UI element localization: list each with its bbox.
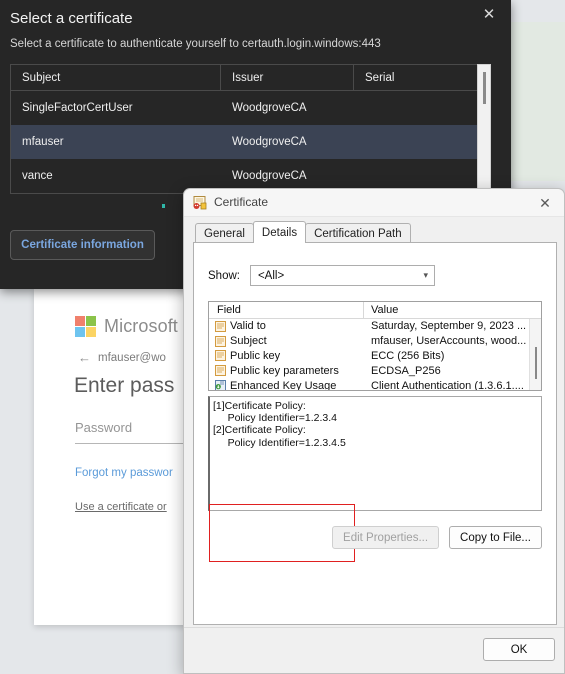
column-header-issuer[interactable]: Issuer [221,65,354,91]
cell-issuer: WoodgroveCA [232,102,307,114]
detail-action-buttons: Edit Properties... Copy to File... [194,526,542,549]
account-email: mfauser@wo [98,351,166,364]
use-certificate-link[interactable]: Use a certificate or [75,501,167,513]
tabstrip: General Details Certification Path [193,221,557,243]
field-name: Valid to [230,320,266,333]
cell-subject: mfauser [22,136,64,148]
show-select[interactable]: <All> ▾ [249,265,435,286]
select-certificate-title: Select a certificate [10,10,133,27]
field-detail-panel[interactable]: [1]Certificate Policy: Policy Identifier… [208,396,542,511]
column-header-field[interactable]: Field [209,302,364,319]
edit-properties-button[interactable]: Edit Properties... [332,526,440,549]
field-list-scrollbar[interactable] [529,319,541,390]
field-list-header: Field Value [209,302,541,319]
certificate-dialog-body: General Details Certification Path Show:… [193,221,557,626]
certificate-list: Subject Issuer Serial SingleFactorCertUs… [10,64,490,194]
certificate-information-button[interactable]: Certificate information [10,230,155,260]
certificate-list-header: Subject Issuer Serial [11,65,490,91]
forgot-password-link[interactable]: Forgot my passwor [75,467,173,479]
tab-general[interactable]: General [195,223,254,243]
microsoft-squares-icon [75,316,96,337]
field-value: ECC (256 Bits) [371,349,445,362]
microsoft-logo: Microsoft [75,316,178,337]
account-back-row[interactable]: ← mfauser@wo [78,351,166,364]
tab-certification-path[interactable]: Certification Path [305,223,411,243]
field-basic-icon [215,335,226,347]
cell-issuer: WoodgroveCA [232,170,307,182]
field-row[interactable]: Subject mfauser, UserAccounts, wood... [209,334,541,349]
field-value: Saturday, September 9, 2023 ... [371,320,527,333]
ok-button[interactable]: OK [483,638,555,661]
field-value: ECDSA_P256 [371,364,441,377]
show-select-value: <All> [257,269,285,282]
field-name: Subject [230,335,267,348]
column-header-subject[interactable]: Subject [11,65,221,91]
close-icon[interactable]: ✕ [532,192,558,214]
field-row[interactable]: Valid to Saturday, September 9, 2023 ... [209,319,541,334]
certificate-list-scrollbar[interactable] [477,64,491,194]
details-tab-panel: Show: <All> ▾ Field Value Valid to Satur… [193,242,557,625]
close-icon[interactable]: ✕ [478,3,500,25]
copy-to-file-button[interactable]: Copy to File... [449,526,542,549]
field-name: Enhanced Key Usage [230,379,337,391]
back-arrow-icon[interactable]: ← [78,351,91,364]
table-row[interactable]: SingleFactorCertUser WoodgroveCA [11,91,490,125]
certificate-field-list: Field Value Valid to Saturday, September… [208,301,542,391]
certificate-dialog: Certificate ✕ General Details Certificat… [183,188,565,674]
field-row[interactable]: Enhanced Key Usage Client Authentication… [209,378,541,391]
show-filter-row: Show: <All> ▾ [208,265,435,286]
column-header-value[interactable]: Value [364,304,398,316]
enter-password-heading: Enter pass [74,374,175,397]
cell-subject: SingleFactorCertUser [22,102,133,114]
field-detail-text: [1]Certificate Policy: Policy Identifier… [213,400,346,449]
cell-subject: vance [22,170,53,182]
show-label: Show: [208,269,240,282]
field-basic-icon [215,350,226,362]
field-row[interactable]: Public key parameters ECDSA_P256 [209,363,541,378]
chevron-down-icon[interactable]: ▾ [423,270,428,281]
selection-marker-icon [162,204,165,208]
field-basic-icon [215,365,226,377]
field-extension-icon [215,380,226,390]
certificate-icon [193,196,207,210]
field-value: mfauser, UserAccounts, wood... [371,335,527,348]
certificate-dialog-titlebar: Certificate ✕ [184,189,564,217]
field-basic-icon [215,320,226,332]
tab-details[interactable]: Details [252,221,307,243]
certificate-dialog-title: Certificate [214,195,269,209]
field-row[interactable]: Public key ECC (256 Bits) [209,349,541,364]
cell-issuer: WoodgroveCA [232,136,307,148]
field-value: Client Authentication (1.3.6.1.... [371,379,524,391]
field-name: Public key [230,349,281,362]
scrollbar-thumb[interactable] [535,347,537,379]
column-header-serial[interactable]: Serial [354,65,490,91]
scrollbar-thumb[interactable] [483,72,486,104]
screen-root: Microsoft ← mfauser@wo Enter pass Passwo… [0,0,565,674]
microsoft-wordmark: Microsoft [104,316,178,336]
certificate-dialog-footer: OK [184,627,564,673]
select-certificate-subtitle: Select a certificate to authenticate you… [10,38,381,50]
field-name: Public key parameters [230,364,339,377]
table-row[interactable]: mfauser WoodgroveCA [11,125,490,159]
